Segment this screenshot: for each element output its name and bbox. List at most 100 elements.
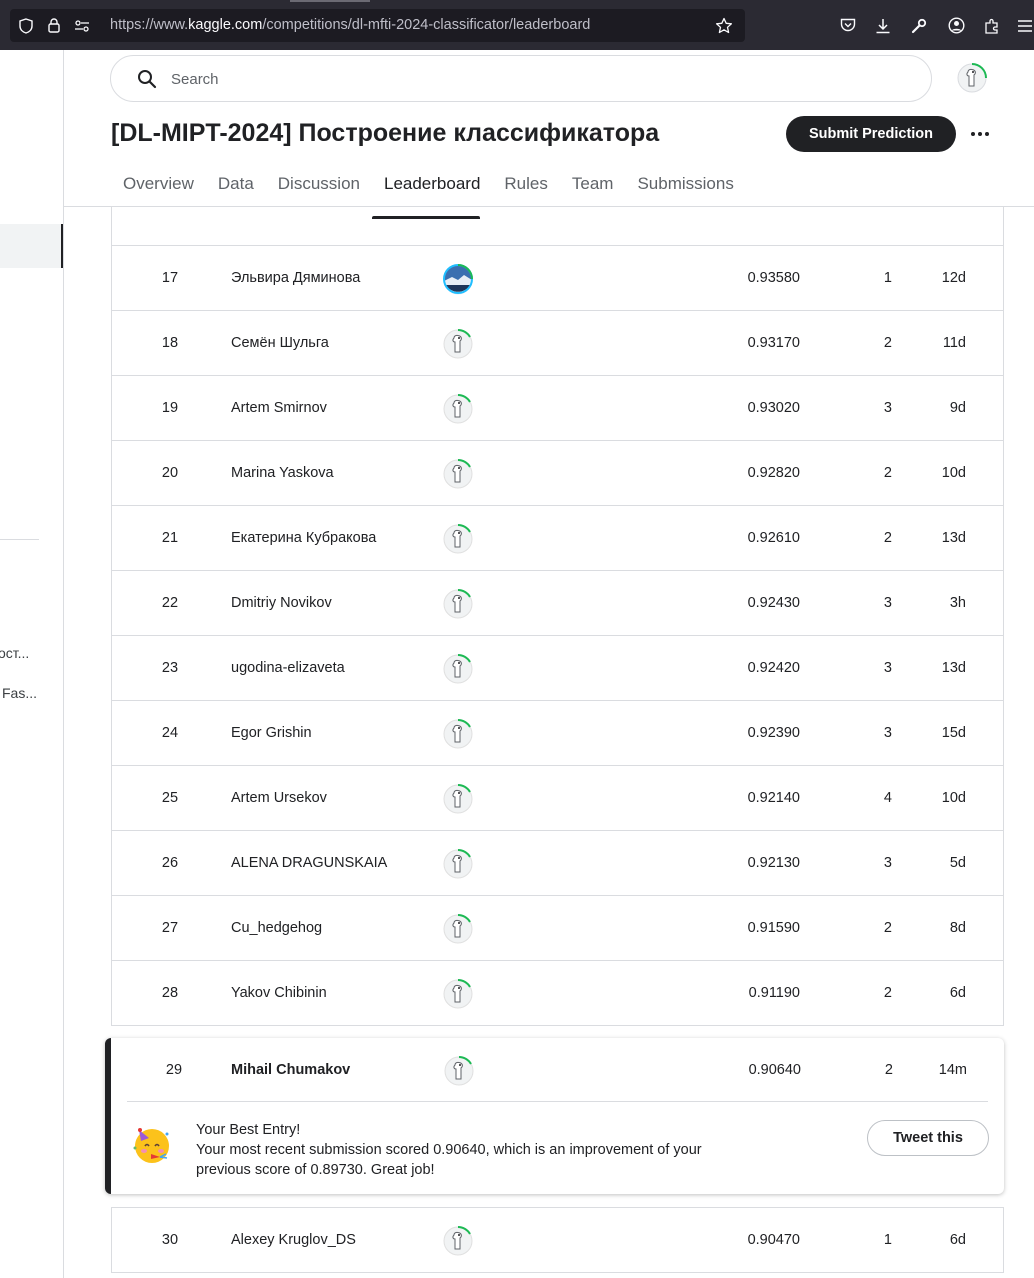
rank-cell: 27 — [161, 920, 179, 936]
last-submission-cell: 10d — [941, 465, 966, 481]
team-name[interactable]: Yakov Chibinin — [231, 961, 327, 1026]
team-name[interactable]: Mihail Chumakov — [231, 1038, 350, 1103]
team-avatar[interactable] — [442, 718, 474, 750]
entries-cell: 3 — [883, 595, 892, 611]
menu-icon[interactable] — [1016, 9, 1034, 42]
my-entry-row[interactable]: 29 Mihail Chumakov 0.90640 2 14m — [127, 1038, 988, 1102]
last-submission-cell: 14m — [938, 1062, 967, 1078]
team-avatar[interactable] — [442, 783, 474, 815]
score-cell: 0.91190 — [748, 985, 800, 1001]
entries-cell: 2 — [884, 1062, 893, 1078]
wrench-icon[interactable] — [904, 9, 934, 42]
rank-cell: 21 — [161, 530, 179, 546]
table-row[interactable]: 26 ALENA DRAGUNSKAIA 0.92130 3 5d — [112, 831, 1003, 896]
sidebar-divider — [0, 539, 39, 540]
score-cell: 0.93170 — [747, 335, 800, 351]
team-name[interactable]: Семён Шульга — [231, 311, 329, 376]
entries-cell: 2 — [883, 530, 892, 546]
team-avatar[interactable] — [442, 913, 474, 945]
pocket-icon[interactable] — [833, 9, 863, 42]
table-row[interactable]: 25 Artem Ursekov 0.92140 4 10d — [112, 766, 1003, 831]
tweet-this-button[interactable]: Tweet this — [867, 1120, 989, 1156]
shield-icon[interactable] — [14, 9, 38, 42]
last-submission-cell: 8d — [949, 920, 966, 936]
user-avatar[interactable] — [956, 62, 988, 99]
team-name[interactable]: Artem Smirnov — [231, 376, 327, 441]
table-row[interactable]: 18 Семён Шульга 0.93170 2 11d — [112, 311, 1003, 376]
tab-leaderboard[interactable]: Leaderboard — [371, 168, 481, 219]
submit-prediction-button[interactable]: Submit Prediction — [786, 116, 956, 152]
team-avatar[interactable] — [442, 523, 474, 555]
team-avatar[interactable] — [442, 978, 474, 1010]
search-bar[interactable] — [110, 55, 932, 102]
sidebar-active-item[interactable] — [0, 224, 63, 268]
my-entry-card: 29 Mihail Chumakov 0.90640 2 14m Your Be… — [105, 1038, 1004, 1194]
team-name[interactable]: Alexey Kruglov_DS — [231, 1208, 356, 1273]
team-avatar[interactable] — [442, 458, 474, 490]
extensions-icon[interactable] — [977, 9, 1007, 42]
tab-discussion[interactable]: Discussion — [266, 168, 360, 207]
team-name[interactable]: ALENA DRAGUNSKAIA — [231, 831, 387, 896]
table-row[interactable]: 17 Эльвира Дяминова 0.93580 1 12d — [112, 246, 1003, 311]
bookmark-star-icon[interactable] — [712, 9, 736, 42]
downloads-icon[interactable] — [868, 9, 898, 42]
last-submission-cell: 5d — [949, 855, 966, 871]
tab-submissions[interactable]: Submissions — [625, 168, 733, 207]
team-avatar[interactable] — [442, 653, 474, 685]
team-avatar[interactable] — [442, 393, 474, 425]
score-cell: 0.90470 — [747, 1232, 800, 1248]
page-title: [DL-MIPT-2024] Построение классификатора — [111, 119, 660, 147]
team-name[interactable]: Marina Yaskova — [231, 441, 334, 506]
table-row[interactable]: 27 Cu_hedgehog 0.91590 2 8d — [112, 896, 1003, 961]
rank-cell: 20 — [161, 465, 179, 481]
team-avatar[interactable] — [442, 848, 474, 880]
rank-cell: 25 — [161, 790, 179, 806]
team-name[interactable]: Эльвира Дяминова — [231, 246, 360, 311]
address-bar[interactable]: https://www.kaggle.com/competitions/dl-m… — [10, 9, 745, 42]
best-entry-text: Your most recent submission scored 0.906… — [196, 1142, 702, 1158]
tab-overview[interactable]: Overview — [111, 168, 194, 207]
tab-team[interactable]: Team — [560, 168, 614, 207]
table-row[interactable]: 28 Yakov Chibinin 0.91190 2 6d — [112, 961, 1003, 1026]
tab-rules[interactable]: Rules — [492, 168, 547, 207]
table-row[interactable]: 19 Artem Smirnov 0.93020 3 9d — [112, 376, 1003, 441]
rank-cell: 19 — [161, 400, 179, 416]
entries-cell: 3 — [883, 855, 892, 871]
competition-tabs: Overview Data Discussion Leaderboard Rules Te… — [111, 168, 746, 219]
rank-cell: 30 — [161, 1232, 179, 1248]
permissions-icon[interactable] — [70, 9, 94, 42]
url-text[interactable]: https://www.kaggle.com/competitions/dl-m… — [110, 9, 590, 42]
best-entry-text: previous score of 0.89730. Great job! — [196, 1162, 435, 1178]
team-avatar[interactable] — [442, 328, 474, 360]
team-avatar[interactable] — [443, 1055, 475, 1087]
sidebar-item-truncated[interactable]: Fas... — [2, 685, 37, 701]
table-row[interactable]: 23 ugodina-elizaveta 0.92420 3 13d — [112, 636, 1003, 701]
left-sidebar: ост... Fas... — [0, 50, 64, 1278]
lock-icon[interactable] — [42, 9, 66, 42]
team-name[interactable]: ugodina-elizaveta — [231, 636, 345, 701]
team-avatar[interactable] — [442, 263, 474, 295]
table-row[interactable]: 22 Dmitriy Novikov 0.92430 3 3h — [112, 571, 1003, 636]
tab-data[interactable]: Data — [206, 168, 254, 207]
team-name[interactable]: Egor Grishin — [231, 701, 312, 766]
team-name[interactable]: Dmitriy Novikov — [231, 571, 332, 636]
team-avatar[interactable] — [442, 1225, 474, 1257]
score-cell: 0.92820 — [747, 465, 800, 481]
more-options-icon[interactable] — [964, 118, 996, 150]
team-avatar[interactable] — [442, 588, 474, 620]
last-submission-cell: 13d — [941, 530, 966, 546]
search-input[interactable] — [171, 68, 871, 90]
table-row[interactable]: 20 Marina Yaskova 0.92820 2 10d — [112, 441, 1003, 506]
team-name[interactable]: Екатерина Кубракова — [231, 506, 376, 571]
team-name[interactable]: Cu_hedgehog — [231, 896, 322, 961]
table-row[interactable]: 30 Alexey Kruglov_DS 0.90470 1 6d — [112, 1208, 1003, 1273]
sidebar-item-truncated[interactable]: ост... — [0, 645, 29, 661]
account-icon[interactable] — [941, 9, 971, 42]
score-cell: 0.92610 — [747, 530, 800, 546]
score-cell: 0.92390 — [747, 725, 800, 741]
entries-cell: 2 — [883, 920, 892, 936]
rank-cell: 28 — [161, 985, 179, 1001]
table-row[interactable]: 24 Egor Grishin 0.92390 3 15d — [112, 701, 1003, 766]
table-row[interactable]: 21 Екатерина Кубракова 0.92610 2 13d — [112, 506, 1003, 571]
team-name[interactable]: Artem Ursekov — [231, 766, 327, 831]
